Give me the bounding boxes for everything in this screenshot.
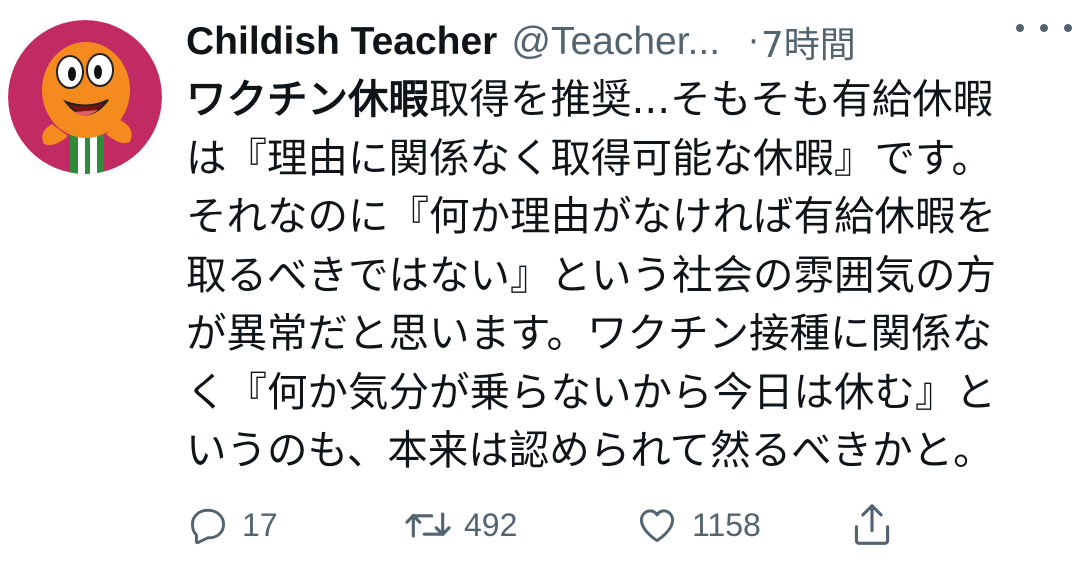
tweet-body: ワクチン休暇取得を推奨...そもそも有給休暇 は『理由に関係なく取得可能な休暇』で… <box>186 70 1056 480</box>
tweet-line: それなのに『何か理由がなければ有給休暇を <box>186 192 996 240</box>
tweet-line: が異常だと思います。ワクチン接種に関係な <box>186 309 992 357</box>
tweet-header: Childish Teacher @Teacher... · 7時間 <box>186 14 1066 70</box>
more-dot <box>1064 24 1072 32</box>
share-button[interactable] <box>850 496 894 554</box>
tweet-bold-lead: ワクチン休暇 <box>186 75 429 123</box>
tweet-line: 取るべきではない』という社会の雰囲気の方 <box>186 250 996 299</box>
header-separator: · <box>748 22 759 62</box>
tweet-line: いうのも、本来は認められて然るべきかと。 <box>186 426 994 474</box>
heart-icon <box>639 509 675 543</box>
tweet-card[interactable]: Childish Teacher @Teacher... · 7時間 ワクチン休… <box>0 0 1084 574</box>
reply-button[interactable]: 17 <box>186 496 278 554</box>
reply-count: 17 <box>242 506 278 543</box>
tweet-line: は『理由に関係なく取得可能な休暇』です。 <box>186 133 992 182</box>
avatar[interactable] <box>8 20 162 174</box>
reply-icon <box>190 508 226 545</box>
tweet-actions: 17 492 1158 <box>186 496 1066 554</box>
retweet-icon <box>405 512 451 538</box>
tweet-line-rest: 取得を推奨...そもそも有給休暇 <box>429 75 994 123</box>
more-dot <box>1016 24 1024 32</box>
share-icon <box>854 504 890 545</box>
like-count: 1158 <box>692 506 761 543</box>
tweet-timestamp[interactable]: 7時間 <box>761 16 856 68</box>
retweet-button[interactable]: 492 <box>404 496 517 554</box>
author-handle[interactable]: @Teacher... <box>511 20 720 64</box>
tweet-line: く『何か気分が乗らないから今日は休む』と <box>186 367 996 416</box>
retweet-count: 492 <box>464 506 518 543</box>
author-display-name[interactable]: Childish Teacher <box>186 20 497 64</box>
like-button[interactable]: 1158 <box>634 496 761 554</box>
tweet-line: ワクチン休暇取得を推奨...そもそも有給休暇 <box>186 70 1056 129</box>
more-options-icon[interactable] <box>1016 6 1072 50</box>
more-dot <box>1040 24 1048 32</box>
avatar-cartoon-icon <box>8 20 162 174</box>
